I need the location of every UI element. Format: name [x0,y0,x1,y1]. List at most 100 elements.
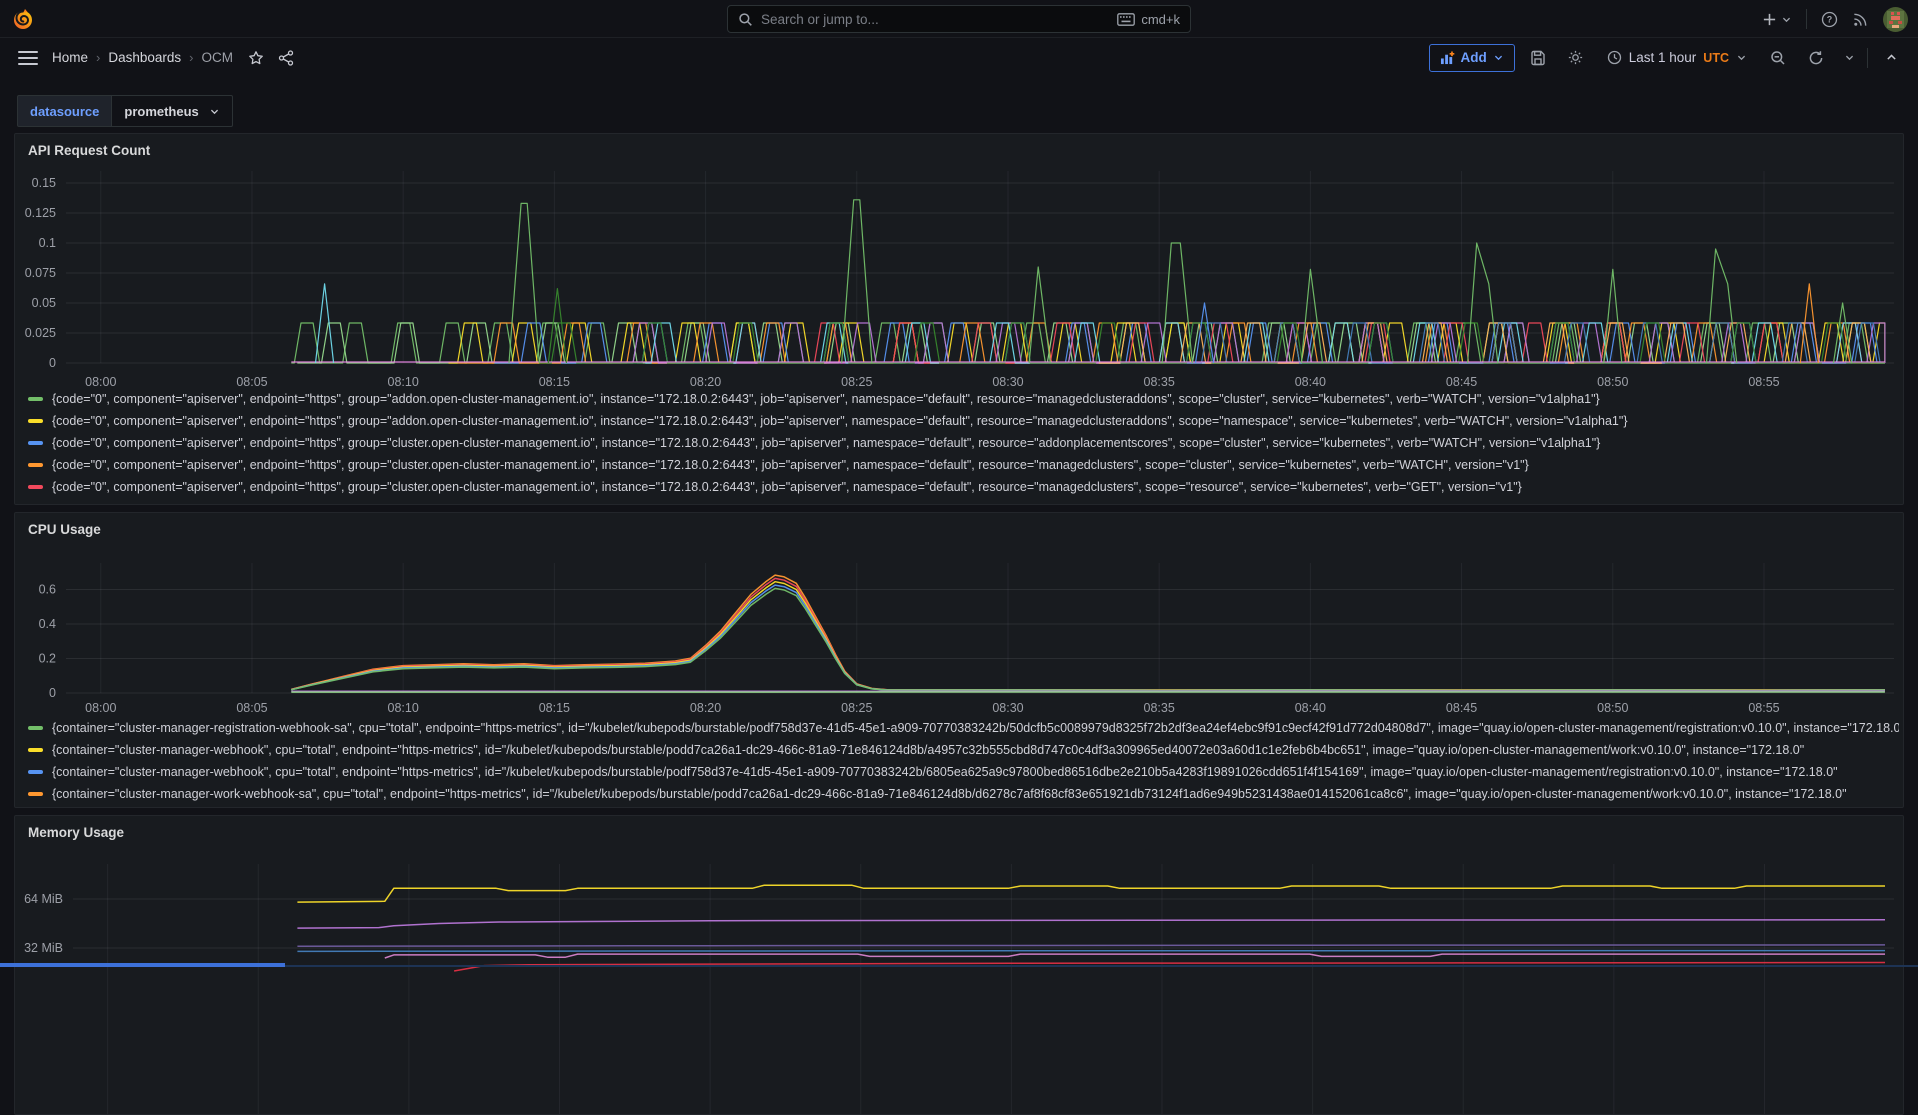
svg-text:08:20: 08:20 [690,375,721,389]
chevron-down-icon [1493,52,1504,63]
svg-text:0.1: 0.1 [39,236,56,250]
legend-item[interactable]: {container="cluster-manager-webhook", cp… [28,762,1899,782]
grafana-logo[interactable] [11,7,35,31]
keyboard-icon [1117,13,1135,26]
svg-text:08:25: 08:25 [841,701,872,715]
legend-series-color [28,748,43,752]
svg-text:08:45: 08:45 [1446,701,1477,715]
legend-series-label: {container="cluster-manager-webhook", cp… [52,743,1804,757]
datasource-picker[interactable]: prometheus [111,95,232,127]
legend-series-label: {container="cluster-manager-webhook", cp… [52,765,1838,779]
legend-series-label: {code="0", component="apiserver", endpoi… [52,480,1522,494]
favorite-star-button[interactable] [241,44,271,72]
svg-text:08:35: 08:35 [1144,375,1175,389]
help-button[interactable]: ? [1821,11,1838,28]
svg-text:0.6: 0.6 [39,583,56,597]
svg-text:08:00: 08:00 [85,375,116,389]
legend-item[interactable]: {code="0", component="apiserver", endpoi… [28,389,1899,409]
svg-text:0: 0 [49,356,56,370]
svg-text:08:50: 08:50 [1597,375,1628,389]
panel-api-request-count: API Request Count 00.0250.050.0750.10.12… [14,133,1904,505]
svg-text:0.4: 0.4 [39,617,56,631]
svg-text:?: ? [1827,14,1832,24]
search-input[interactable]: Search or jump to... cmd+k [727,5,1191,33]
dashboard-variables: datasource prometheus [17,95,233,127]
svg-text:0.075: 0.075 [25,266,56,280]
legend-series-label: {code="0", component="apiserver", endpoi… [52,414,1628,428]
svg-text:08:35: 08:35 [1144,701,1175,715]
svg-text:08:00: 08:00 [85,701,116,715]
svg-text:08:10: 08:10 [388,701,419,715]
user-avatar[interactable] [1883,7,1908,32]
svg-text:08:10: 08:10 [388,375,419,389]
svg-text:0.025: 0.025 [25,326,56,340]
svg-text:0: 0 [49,686,56,700]
legend-series-color [28,770,43,774]
toolbar-divider [1867,48,1868,68]
legend-item[interactable]: {container="cluster-manager-webhook", cp… [28,740,1899,760]
legend-item[interactable]: {code="0", component="apiserver", endpoi… [28,433,1899,453]
time-range-label: Last 1 hour [1629,50,1697,65]
svg-text:32 MiB: 32 MiB [24,941,63,955]
chevron-up-icon [1885,51,1898,64]
svg-text:0.125: 0.125 [25,206,56,220]
legend-series-color [28,463,43,467]
svg-text:08:15: 08:15 [539,701,570,715]
bottom-blue-strip [0,963,285,967]
svg-text:08:40: 08:40 [1295,375,1326,389]
shortcut-label: cmd+k [1141,12,1180,27]
share-button[interactable] [271,44,301,72]
legend-item[interactable]: {code="0", component="apiserver", endpoi… [28,411,1899,431]
legend-series-label: {container="cluster-manager-registration… [52,721,1899,735]
svg-text:08:20: 08:20 [690,701,721,715]
svg-text:64 MiB: 64 MiB [24,892,63,906]
chevron-down-icon [1844,52,1855,63]
clock-icon [1607,50,1622,65]
dashboard-settings-button[interactable] [1561,44,1591,72]
zoom-out-button[interactable] [1763,44,1793,72]
svg-text:0.2: 0.2 [39,652,56,666]
chevron-down-icon [1781,14,1792,25]
legend-item[interactable]: {code="0", component="apiserver", endpoi… [28,477,1899,497]
refresh-interval-dropdown[interactable] [1839,44,1859,72]
svg-text:08:45: 08:45 [1446,375,1477,389]
refresh-button[interactable] [1801,44,1831,72]
menu-toggle-button[interactable] [18,51,38,65]
save-dashboard-button[interactable] [1523,44,1553,72]
svg-text:08:50: 08:50 [1597,701,1628,715]
toolbar-actions: Add Last 1 hour UTC [1429,44,1907,72]
legend-series-color [28,726,43,730]
variable-label: datasource [17,95,111,127]
legend-item[interactable]: {container="cluster-manager-registration… [28,718,1899,738]
svg-text:08:30: 08:30 [992,375,1023,389]
breadcrumb-current: OCM [202,50,234,65]
news-rss-button[interactable] [1852,11,1869,28]
top-app-bar: Search or jump to... cmd+k ? [0,0,1918,38]
time-range-picker[interactable]: Last 1 hour UTC [1599,44,1755,72]
legend-series-label: {code="0", component="apiserver", endpoi… [52,436,1600,450]
svg-text:08:30: 08:30 [992,701,1023,715]
legend-series-color [28,397,43,401]
svg-text:08:25: 08:25 [841,375,872,389]
chevron-down-icon [1736,52,1747,63]
svg-text:08:05: 08:05 [236,375,267,389]
breadcrumb-home[interactable]: Home [52,50,88,65]
new-menu-button[interactable] [1762,12,1792,27]
timezone-label: UTC [1703,51,1729,65]
legend-item[interactable]: {code="0", component="apiserver", endpoi… [28,455,1899,475]
legend-series-color [28,485,43,489]
collapse-topbar-button[interactable] [1876,44,1906,72]
legend-item[interactable]: {container="cluster-manager-work-webhook… [28,784,1899,804]
legend-series-label: {container="cluster-manager-work-webhook… [52,787,1847,801]
svg-text:08:55: 08:55 [1748,375,1779,389]
add-button[interactable]: Add [1429,44,1515,72]
svg-text:0.05: 0.05 [32,296,56,310]
legend-series-label: {code="0", component="apiserver", endpoi… [52,392,1600,406]
legend-series-label: {code="0", component="apiserver", endpoi… [52,458,1529,472]
add-button-label: Add [1461,50,1487,65]
topbar-divider [1806,9,1807,29]
svg-text:08:15: 08:15 [539,375,570,389]
panel-cpu-usage: CPU Usage 00.20.40.608:0008:0508:1008:15… [14,512,1904,808]
breadcrumb-dashboards[interactable]: Dashboards [108,50,181,65]
breadcrumb-separator-icon: › [96,50,100,65]
